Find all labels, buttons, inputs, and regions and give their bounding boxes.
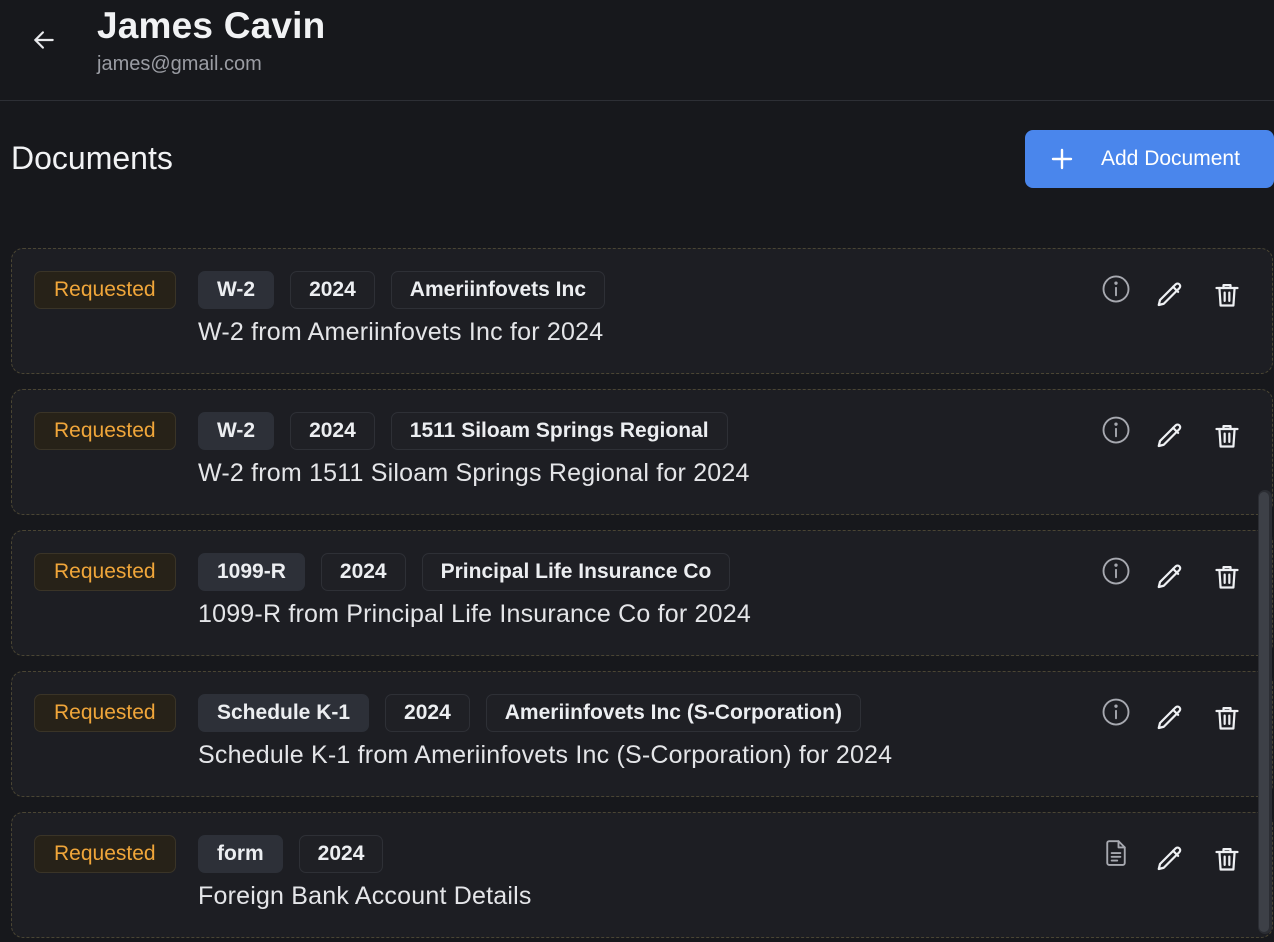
document-info-button[interactable] <box>1100 414 1132 446</box>
document-type-tag: 1099-R <box>198 553 305 591</box>
trash-icon <box>1215 706 1239 730</box>
delete-document-button[interactable] <box>1211 561 1243 593</box>
document-description: W-2 from Ameriinfovets Inc for 2024 <box>198 318 604 346</box>
status-badge: Requested <box>34 553 176 591</box>
document-icon <box>1106 840 1126 866</box>
delete-document-button[interactable] <box>1211 843 1243 875</box>
document-card: Requested form 2024 Foreign Bank Account … <box>11 812 1273 938</box>
arrow-left-icon <box>34 31 54 49</box>
document-tags: W-2 2024 Ameriinfovets Inc <box>198 271 606 309</box>
document-info-button[interactable] <box>1100 273 1132 305</box>
add-document-button[interactable]: Add Document <box>1025 130 1274 188</box>
trash-icon <box>1215 565 1239 589</box>
tax-year-tag: 2024 <box>298 835 384 873</box>
tax-year-tag: 2024 <box>290 271 375 309</box>
document-type-tag: W-2 <box>198 412 275 450</box>
status-badge: Requested <box>34 271 176 309</box>
tax-year-tag: 2024 <box>385 694 470 732</box>
info-icon <box>1102 416 1130 444</box>
view-document-button[interactable] <box>1100 837 1132 869</box>
back-button[interactable] <box>28 24 60 56</box>
status-badge: Requested <box>34 835 176 873</box>
tax-year-tag: 2024 <box>290 412 375 450</box>
document-tags: form 2024 <box>198 835 384 873</box>
pencil-icon <box>1157 423 1182 448</box>
document-tags: 1099-R 2024 Principal Life Insurance Co <box>198 553 731 591</box>
pencil-icon <box>1157 282 1182 307</box>
document-tags: W-2 2024 1511 Siloam Springs Regional <box>198 412 728 450</box>
edit-document-button[interactable] <box>1154 561 1186 593</box>
client-email: james@gmail.com <box>97 53 262 75</box>
document-description: Schedule K-1 from Ameriinfovets Inc (S-C… <box>198 741 893 769</box>
edit-document-button[interactable] <box>1154 420 1186 452</box>
document-info-button[interactable] <box>1100 555 1132 587</box>
document-card: Requested 1099-R 2024 Principal Life Insur… <box>11 530 1273 656</box>
delete-document-button[interactable] <box>1211 279 1243 311</box>
document-info-button[interactable] <box>1100 696 1132 728</box>
pencil-icon <box>1157 705 1182 730</box>
scrollbar-thumb[interactable] <box>1259 492 1269 932</box>
document-type-tag: form <box>198 835 283 873</box>
trash-icon <box>1215 847 1239 871</box>
documents-list: Requested W-2 2024 Ameriinfovets Inc W-2 f… <box>0 217 1274 942</box>
issuer-tag: Principal Life Insurance Co <box>421 553 731 591</box>
issuer-tag: 1511 Siloam Springs Regional <box>390 412 728 450</box>
page-header: James Cavin james@gmail.com <box>0 0 1274 101</box>
status-badge: Requested <box>34 412 176 450</box>
client-name: James Cavin <box>97 5 326 46</box>
issuer-tag: Ameriinfovets Inc (S-Corporation) <box>485 694 861 732</box>
delete-document-button[interactable] <box>1211 420 1243 452</box>
edit-document-button[interactable] <box>1154 279 1186 311</box>
pencil-icon <box>1157 564 1182 589</box>
edit-document-button[interactable] <box>1154 702 1186 734</box>
status-badge: Requested <box>34 694 176 732</box>
issuer-tag: Ameriinfovets Inc <box>390 271 606 309</box>
trash-icon <box>1215 424 1239 448</box>
document-description: 1099-R from Principal Life Insurance Co … <box>198 600 751 628</box>
document-type-tag: W-2 <box>198 271 275 309</box>
documents-heading: Documents <box>11 140 173 176</box>
document-type-tag: Schedule K-1 <box>198 694 370 732</box>
info-icon <box>1102 275 1130 303</box>
document-card: Requested W-2 2024 1511 Siloam Springs Reg… <box>11 389 1273 515</box>
plus-icon <box>1049 146 1075 172</box>
pencil-icon <box>1157 846 1182 871</box>
document-card: Requested Schedule K-1 2024 Ameriinfovets … <box>11 671 1273 797</box>
tax-year-tag: 2024 <box>320 553 406 591</box>
delete-document-button[interactable] <box>1211 702 1243 734</box>
add-document-label: Add Document <box>1101 147 1240 170</box>
documents-scrollbar[interactable] <box>1258 490 1272 934</box>
info-icon <box>1102 557 1130 585</box>
info-icon <box>1102 698 1130 726</box>
document-card: Requested W-2 2024 Ameriinfovets Inc W-2 f… <box>11 248 1273 374</box>
document-description: Foreign Bank Account Details <box>198 882 532 910</box>
document-description: W-2 from 1511 Siloam Springs Regional fo… <box>198 459 750 487</box>
document-tags: Schedule K-1 2024 Ameriinfovets Inc (S-Cor… <box>198 694 861 732</box>
trash-icon <box>1215 283 1239 307</box>
edit-document-button[interactable] <box>1154 843 1186 875</box>
